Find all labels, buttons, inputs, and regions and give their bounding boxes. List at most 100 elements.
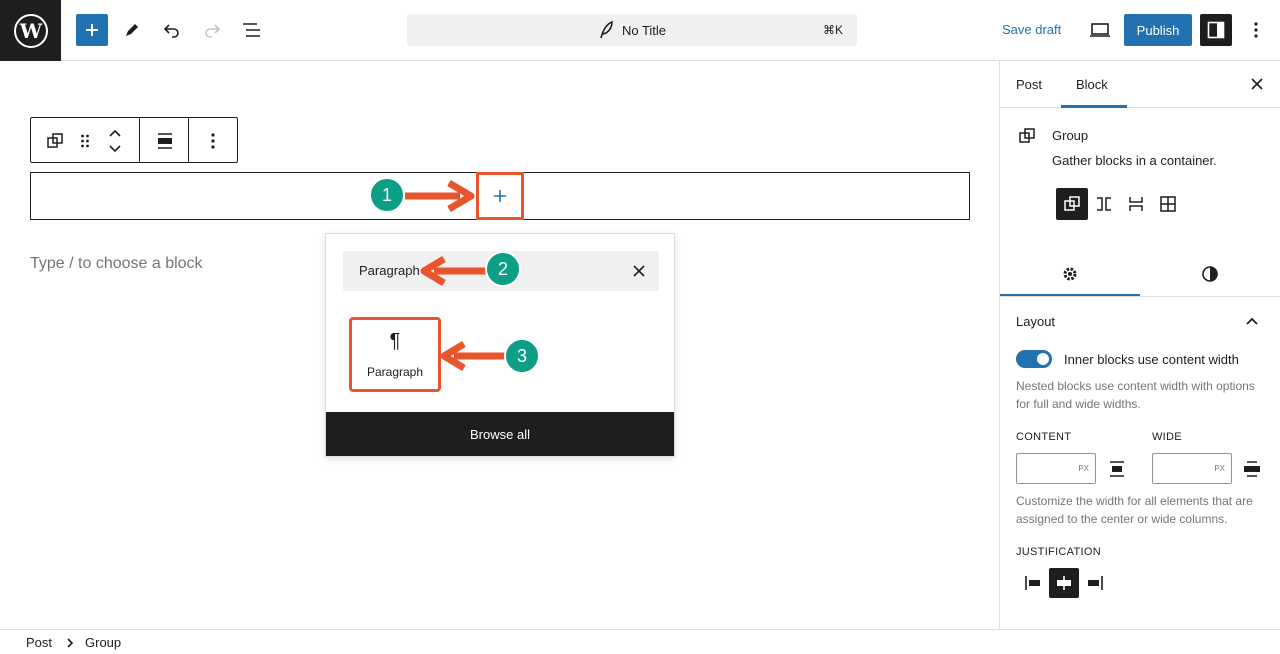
block-card-description: Gather blocks in a container.	[1052, 153, 1217, 168]
block-inserter-button[interactable]	[76, 14, 108, 46]
move-up-down-button[interactable]	[101, 125, 129, 157]
close-icon[interactable]	[633, 265, 645, 277]
group-block-icon	[1019, 128, 1035, 143]
inspector-tabs	[1000, 251, 1280, 297]
tools-button[interactable]	[116, 14, 148, 46]
block-toolbar	[30, 117, 238, 163]
unit-label: PX	[1078, 464, 1089, 473]
toolbar-divider	[188, 118, 189, 162]
step-marker-1: 1	[369, 177, 405, 213]
settings-toggle-button[interactable]	[1200, 14, 1232, 46]
undo-button[interactable]	[156, 14, 188, 46]
toggle-help-text: Nested blocks use content width with opt…	[1016, 379, 1255, 411]
variation-group-button[interactable]	[1056, 188, 1088, 220]
layout-panel-title[interactable]: Layout	[1016, 314, 1055, 329]
plus-icon	[86, 24, 98, 36]
toolbar-divider	[139, 118, 140, 162]
breadcrumb-group[interactable]: Group	[85, 635, 121, 650]
content-width-input[interactable]: PX	[1016, 453, 1096, 484]
chevron-up-icon[interactable]	[1246, 317, 1258, 325]
align-center-icon	[1110, 461, 1124, 477]
content-width-label: CONTENT	[1016, 431, 1072, 443]
publish-button[interactable]: Publish	[1124, 14, 1192, 46]
justify-center-icon	[1057, 576, 1071, 590]
annotation-arrow-left	[420, 256, 490, 286]
grid-icon	[1160, 196, 1176, 212]
width-help-text: Customize the width for all elements tha…	[1016, 494, 1253, 526]
svg-text:W: W	[18, 19, 42, 43]
plus-icon	[494, 190, 506, 202]
list-view-icon	[243, 23, 260, 37]
content-width-toggle[interactable]	[1016, 350, 1052, 368]
more-vertical-icon	[211, 133, 215, 149]
drag-handle[interactable]	[71, 125, 99, 157]
justify-center-button[interactable]	[1049, 568, 1079, 598]
toggle-label: Inner blocks use content width	[1064, 352, 1239, 367]
command-palette-bar[interactable]: No Title ⌘K	[407, 14, 857, 46]
justification-control	[1016, 568, 1104, 600]
variation-stack-button[interactable]	[1120, 188, 1152, 220]
preview-button[interactable]	[1084, 14, 1116, 46]
save-draft-button[interactable]: Save draft	[1002, 22, 1061, 37]
block-breadcrumb: Post Group	[0, 629, 1280, 654]
row-icon	[1097, 197, 1111, 211]
paragraph-icon: ¶	[389, 330, 401, 352]
step-marker-2: 2	[485, 251, 521, 287]
unit-label: PX	[1214, 464, 1225, 473]
active-tab-indicator	[1061, 105, 1127, 108]
justify-left-button[interactable]	[1018, 568, 1048, 598]
options-menu-button[interactable]	[1240, 14, 1272, 46]
chevron-right-icon	[67, 638, 74, 648]
align-button[interactable]	[149, 125, 181, 157]
sidebar-icon	[1207, 21, 1225, 39]
more-vertical-icon	[1254, 22, 1258, 38]
browse-all-button[interactable]: Browse all	[326, 412, 674, 456]
variation-grid-button[interactable]	[1152, 188, 1184, 220]
justify-right-icon	[1088, 576, 1103, 590]
sidebar-tabs: Post Block	[1000, 61, 1280, 108]
justify-right-button[interactable]	[1080, 568, 1110, 598]
block-card-title: Group	[1052, 128, 1089, 143]
paragraph-block-result[interactable]: ¶ Paragraph	[349, 317, 441, 392]
document-title: No Title	[621, 22, 667, 38]
shortcut-hint: ⌘K	[822, 23, 843, 37]
annotation-arrow-right	[405, 180, 475, 212]
wordpress-logo-icon[interactable]: W	[0, 0, 61, 61]
wide-width-label: WIDE	[1152, 431, 1182, 443]
tab-block[interactable]: Block	[1076, 77, 1108, 92]
feather-icon	[600, 21, 613, 39]
justification-label: JUSTIFICATION	[1016, 546, 1101, 558]
pencil-icon	[126, 24, 138, 36]
variation-row-button[interactable]	[1088, 188, 1120, 220]
group-block-icon	[1064, 196, 1080, 211]
close-icon[interactable]	[1251, 78, 1263, 90]
block-options-button[interactable]	[197, 125, 229, 157]
undo-icon	[163, 24, 179, 38]
group-block-icon	[47, 133, 63, 148]
chevron-up-down-icon	[109, 129, 121, 153]
block-placeholder[interactable]: Type / to choose a block	[30, 255, 203, 273]
justify-left-icon	[1025, 576, 1040, 590]
align-wide-icon	[158, 133, 172, 149]
redo-icon	[205, 24, 221, 38]
wide-width-input[interactable]: PX	[1152, 453, 1232, 484]
editor-header: W No Title ⌘K Save draft Publish	[0, 0, 1280, 61]
block-type-button[interactable]	[39, 125, 71, 157]
search-input-value: Paragraph	[359, 263, 420, 278]
document-overview-button[interactable]	[236, 14, 268, 46]
desktop-icon	[1090, 23, 1110, 37]
step-marker-3: 3	[504, 338, 540, 374]
active-tab-indicator	[1000, 294, 1140, 296]
styles-icon[interactable]	[1201, 265, 1219, 283]
tab-post[interactable]: Post	[1016, 77, 1042, 92]
stack-icon	[1129, 197, 1143, 211]
group-add-block-button[interactable]	[476, 172, 524, 220]
align-wide-icon	[1244, 461, 1260, 477]
redo-button[interactable]	[196, 14, 228, 46]
result-label: Paragraph	[366, 365, 424, 379]
drag-handle-icon	[81, 134, 89, 148]
gear-icon[interactable]	[1061, 265, 1079, 283]
breadcrumb-post[interactable]: Post	[26, 635, 52, 650]
settings-sidebar: Post Block Group Gather blocks in a cont…	[999, 61, 1280, 629]
annotation-arrow-left	[440, 341, 508, 371]
